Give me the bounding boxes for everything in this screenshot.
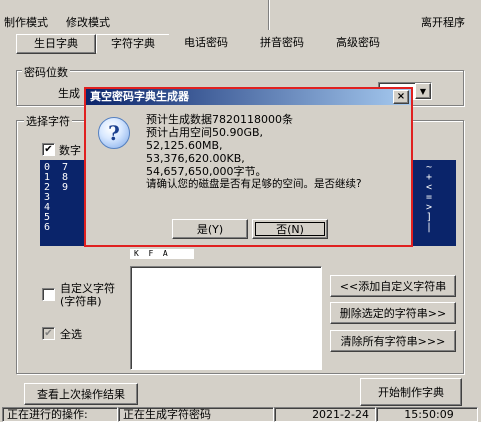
dialog-title: 真空密码字典生成器	[90, 90, 189, 103]
message-line: 54,657,650,000字节。	[146, 165, 267, 178]
question-icon: ?	[98, 117, 130, 149]
status-operation: 正在生成字符密码	[118, 407, 274, 422]
tab-phone[interactable]: 电话密码	[170, 34, 242, 52]
chevron-down-icon[interactable]: ▼	[415, 83, 431, 99]
tab-advanced[interactable]: 高级密码	[322, 34, 394, 52]
custom-string-checkbox[interactable]	[42, 288, 55, 301]
tab-pinyin[interactable]: 拼音密码	[246, 34, 318, 52]
question-glyph: ?	[108, 121, 120, 145]
menu-bar: 制作模式 修改模式 离开程序	[0, 0, 481, 30]
message-line: 53,376,620.00KB,	[146, 152, 245, 165]
generate-label: 生成	[58, 87, 80, 100]
message-line: 请确认您的磁盘是否有足够的空间。是否继续?	[146, 178, 362, 190]
menu-item-edit-mode[interactable]: 修改模式	[66, 14, 110, 30]
charset-list-bottom-row[interactable]: K F A	[130, 249, 194, 259]
start-build-dictionary-button[interactable]: 开始制作字典	[360, 378, 462, 406]
message-line: 预计占用空间50.90GB,	[146, 126, 264, 139]
dialog-title-bar: 真空密码字典生成器 ×	[86, 89, 411, 105]
tab-character[interactable]: 字符字典	[96, 34, 169, 53]
select-all-checkbox[interactable]: ✔	[42, 327, 55, 340]
status-bar: 正在进行的操作: 正在生成字符密码 2021-2-24 15:50:09	[0, 406, 481, 422]
custom-string-listbox[interactable]	[130, 266, 322, 370]
list-item[interactable]: |	[414, 223, 456, 233]
status-label: 正在进行的操作:	[2, 407, 118, 422]
status-date: 2021-2-24	[274, 407, 376, 422]
select-all-label: 全选	[60, 328, 82, 341]
view-last-result-button[interactable]: 查看上次操作结果	[24, 383, 138, 405]
menu-item-create-mode[interactable]: 制作模式	[4, 14, 48, 30]
close-icon[interactable]: ×	[393, 90, 409, 104]
charset-title: 选择字符	[24, 113, 72, 129]
add-custom-string-button[interactable]: <<添加自定义字符串	[330, 275, 456, 297]
yes-button[interactable]: 是(Y)	[172, 219, 248, 239]
message-line: 预计生成数据7820118000条	[146, 113, 293, 126]
exit-program-button[interactable]: 离开程序	[421, 14, 465, 30]
custom-string-sublabel: (字符串)	[60, 295, 102, 308]
charset-list-right[interactable]: ~ + < = > ] |	[412, 160, 456, 246]
digits-checkbox[interactable]: ✔	[42, 143, 55, 156]
digits-label: 数字	[59, 144, 81, 157]
delete-selected-string-button[interactable]: 删除选定的字符串>>	[330, 302, 456, 324]
confirm-dialog: 真空密码字典生成器 × ? 预计生成数据7820118000条 预计占用空间50…	[84, 87, 413, 247]
tab-birthday[interactable]: 生日字典	[16, 34, 96, 54]
status-time: 15:50:09	[376, 407, 478, 422]
no-button[interactable]: 否(N)	[252, 219, 328, 239]
message-line: 52,125.60MB,	[146, 139, 223, 152]
clear-all-strings-button[interactable]: 清除所有字符串>>>	[330, 330, 456, 352]
password-length-title: 密码位数	[22, 64, 70, 80]
dialog-message: 预计生成数据7820118000条 预计占用空间50.90GB, 52,125.…	[146, 113, 406, 191]
tab-strip: 生日字典 字符字典 电话密码 拼音密码 高级密码	[10, 34, 480, 54]
